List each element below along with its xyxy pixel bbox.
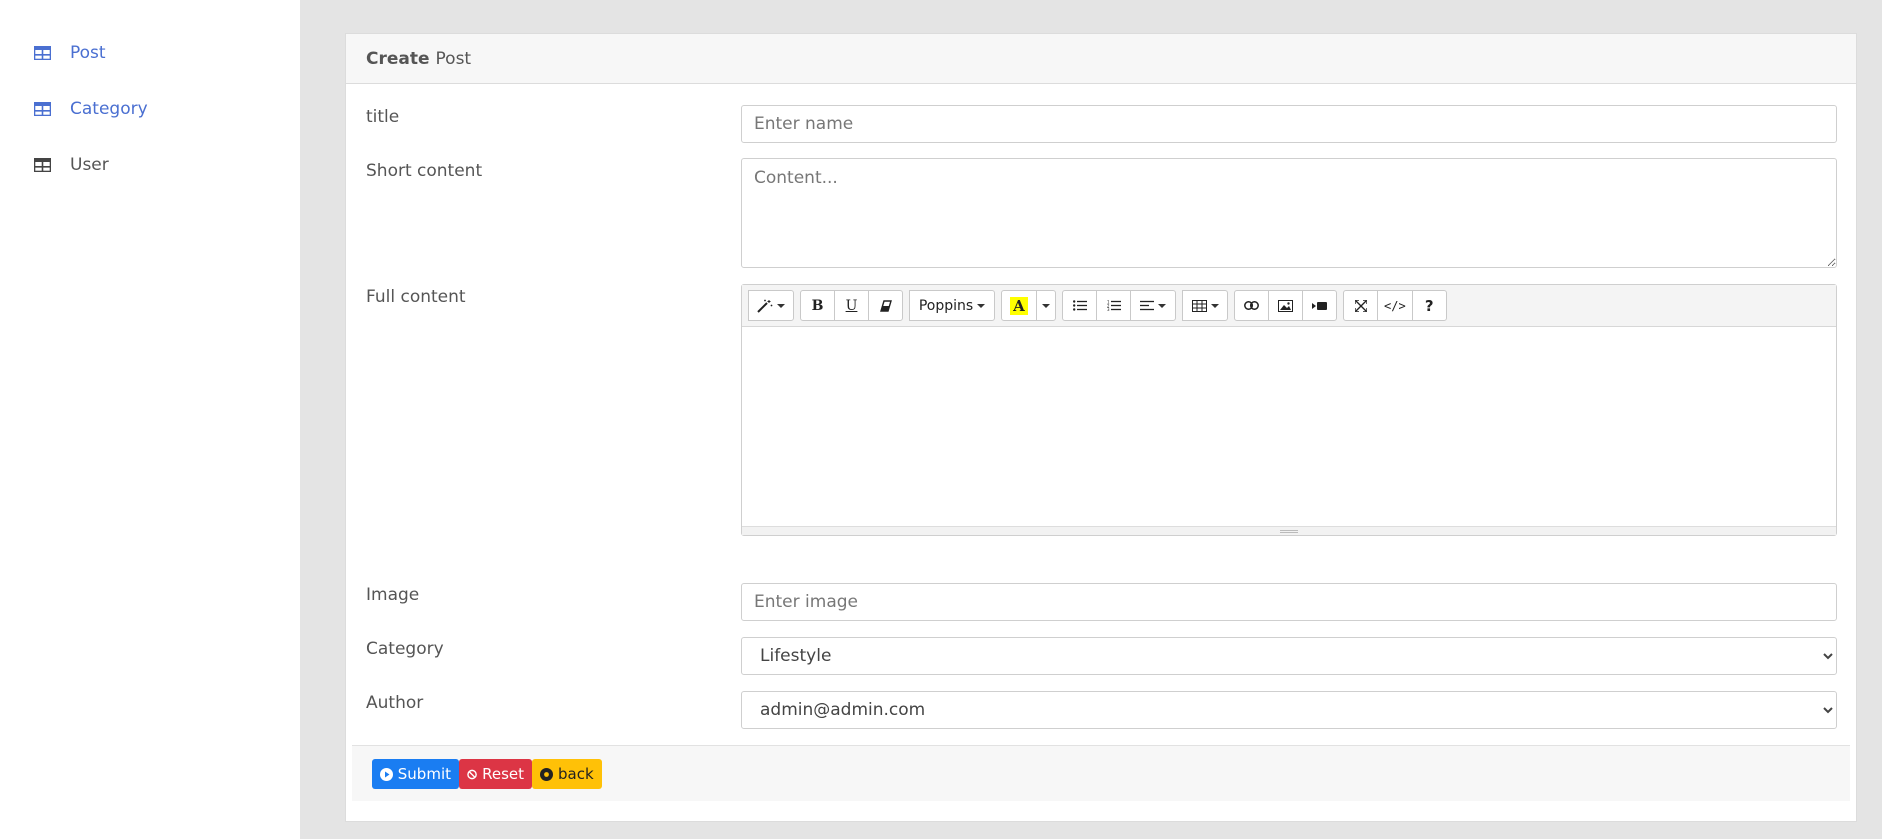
align-left-icon: [1140, 300, 1154, 311]
card-header: Create Post: [346, 34, 1856, 84]
sidebar: Post Category User: [0, 0, 300, 839]
image-icon: [1278, 299, 1293, 312]
font-family-dropdown[interactable]: Poppins: [909, 290, 995, 321]
form-footer: Submit Reset back: [352, 745, 1850, 801]
table-icon: [34, 158, 51, 172]
image-label: Image: [366, 585, 420, 605]
submit-button[interactable]: Submit: [372, 759, 459, 789]
editor-resize-handle[interactable]: [742, 526, 1836, 535]
underline-button[interactable]: U: [834, 290, 869, 321]
editor-content-area[interactable]: [742, 327, 1836, 527]
category-select[interactable]: Lifestyle: [741, 637, 1837, 675]
eraser-icon: [879, 299, 892, 312]
sidebar-item-category[interactable]: Category: [34, 95, 148, 123]
insert-image-button[interactable]: [1268, 290, 1303, 321]
bold-button[interactable]: B: [800, 290, 835, 321]
help-button[interactable]: ?: [1411, 290, 1447, 321]
ban-icon: [467, 769, 477, 779]
chevron-down-icon: [1210, 303, 1219, 308]
code-view-button[interactable]: </>: [1377, 290, 1413, 321]
link-icon: [1244, 301, 1259, 310]
back-button[interactable]: back: [532, 759, 602, 789]
editor-toolbar: B U Poppins A 1 2 3 </> ?: [742, 285, 1836, 327]
ordered-list-button[interactable]: 1 2 3: [1096, 290, 1131, 321]
insert-video-button[interactable]: [1302, 290, 1337, 321]
magic-wand-icon: [757, 299, 773, 313]
title-input[interactable]: [741, 105, 1837, 143]
chevron-down-icon: [1042, 303, 1050, 308]
back-label: back: [558, 765, 594, 783]
create-post-card: Create Post title Short content Full con…: [345, 33, 1857, 822]
author-label: Author: [366, 693, 424, 713]
insert-link-button[interactable]: [1234, 290, 1269, 321]
sidebar-item-label: User: [70, 155, 109, 175]
sidebar-item-post[interactable]: Post: [34, 39, 106, 67]
style-button[interactable]: [748, 290, 794, 321]
clear-format-button[interactable]: [868, 290, 903, 321]
bullet-list-icon: [1072, 300, 1087, 311]
chevron-down-icon: [977, 303, 986, 308]
table-icon: [34, 102, 51, 116]
svg-text:3: 3: [1107, 307, 1110, 311]
chevron-down-icon: [1158, 303, 1166, 308]
rich-text-editor: B U Poppins A 1 2 3 </> ?: [741, 284, 1837, 536]
card-title: Post: [435, 48, 472, 69]
chevron-down-icon: [777, 303, 785, 308]
sidebar-item-label: Category: [70, 99, 148, 119]
numbered-list-icon: 1 2 3: [1107, 300, 1121, 311]
sidebar-item-label: Post: [70, 43, 106, 63]
paragraph-align-dropdown[interactable]: [1130, 290, 1176, 321]
video-icon: [1312, 301, 1327, 310]
author-select[interactable]: admin@admin.com: [741, 691, 1837, 729]
submit-label: Submit: [397, 765, 451, 783]
image-input[interactable]: [741, 583, 1837, 621]
text-color-label: A: [1010, 296, 1028, 315]
fullscreen-button[interactable]: [1343, 290, 1378, 321]
table-insert-dropdown[interactable]: [1182, 290, 1228, 321]
font-family-label: Poppins: [918, 297, 974, 314]
table-icon: [1191, 299, 1207, 312]
short-content-label: Short content: [366, 161, 483, 181]
play-circle-icon: [380, 767, 393, 781]
reset-label: Reset: [482, 765, 524, 783]
sidebar-item-user[interactable]: User: [34, 151, 109, 179]
expand-icon: [1354, 299, 1367, 312]
reset-button[interactable]: Reset: [459, 759, 532, 789]
dot-circle-icon: [540, 767, 553, 781]
unordered-list-button[interactable]: [1062, 290, 1097, 321]
card-title-bold: Create: [366, 48, 430, 69]
text-color-button[interactable]: A: [1001, 290, 1037, 321]
text-color-dropdown[interactable]: [1036, 290, 1056, 321]
title-label: title: [366, 107, 400, 127]
table-icon: [34, 46, 51, 60]
category-label: Category: [366, 639, 444, 659]
short-content-textarea[interactable]: [741, 158, 1837, 268]
full-content-label: Full content: [366, 287, 466, 307]
